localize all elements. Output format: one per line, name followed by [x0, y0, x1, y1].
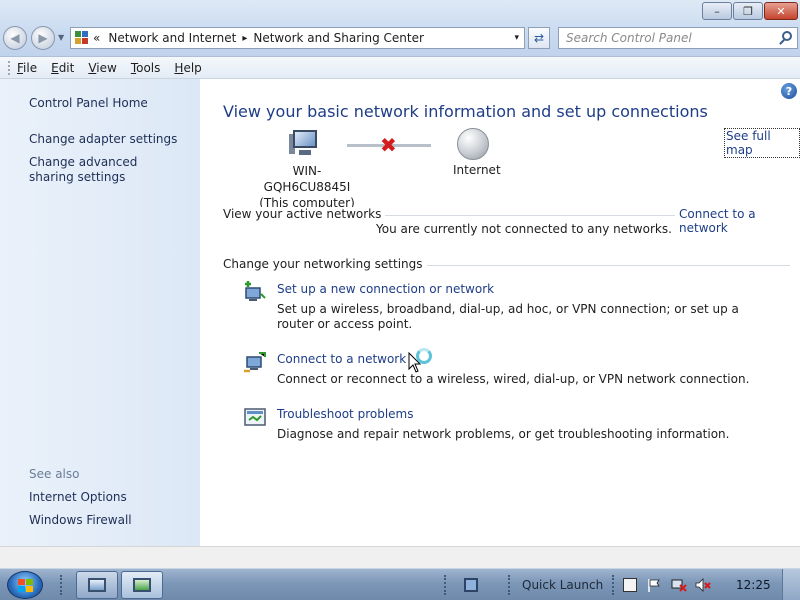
- computer-name: WIN-GQH6CU8845I: [263, 164, 351, 194]
- tray-grip[interactable]: [612, 575, 616, 595]
- menu-view[interactable]: View: [88, 61, 116, 75]
- refresh-icon: ⇄: [533, 31, 545, 45]
- connect-to-network-link[interactable]: Connect to a network: [675, 207, 800, 235]
- computer-label: WIN-GQH6CU8845I (This computer): [255, 163, 359, 211]
- internet-globe-icon[interactable]: [457, 128, 489, 160]
- recent-pages-dropdown[interactable]: ▼: [58, 33, 64, 42]
- troubleshoot-desc: Diagnose and repair network problems, or…: [277, 427, 730, 441]
- menu-help[interactable]: Help: [174, 61, 201, 75]
- connect-to-network-desc: Connect or reconnect to a wireless, wire…: [277, 372, 750, 386]
- sidebar-internet-options[interactable]: Internet Options: [29, 490, 127, 505]
- breadcrumb-overflow[interactable]: «: [93, 31, 100, 45]
- windows-logo-icon: [18, 579, 34, 593]
- help-icon[interactable]: ?: [781, 83, 797, 99]
- back-button[interactable]: ◀: [3, 26, 27, 50]
- computer-base-shape: [299, 150, 311, 155]
- setup-new-connection-link[interactable]: Set up a new connection or network: [277, 282, 494, 296]
- start-button[interactable]: [7, 571, 43, 599]
- computer-icon[interactable]: [289, 130, 321, 160]
- connect-network-icon[interactable]: [243, 351, 267, 375]
- notes-tray-icon[interactable]: [623, 578, 637, 592]
- page-title: View your basic network information and …: [223, 102, 708, 121]
- minimize-button[interactable]: –: [702, 2, 732, 20]
- internet-label: Internet: [453, 163, 501, 177]
- window-bottom-strip: [0, 546, 800, 568]
- connect-to-network-task-link[interactable]: Connect to a network: [277, 352, 406, 366]
- network-disconnected-icon[interactable]: [671, 578, 687, 592]
- taskbar-network-center-button[interactable]: [121, 571, 163, 599]
- menu-bar: File Edit View Tools Help: [0, 57, 800, 79]
- action-center-flag-icon[interactable]: [647, 578, 661, 592]
- back-arrow-icon: ◀: [10, 31, 20, 45]
- taskbar-grip[interactable]: [444, 575, 448, 595]
- volume-muted-icon[interactable]: [695, 578, 711, 592]
- breadcrumb-separator[interactable]: ▸: [242, 33, 247, 44]
- breadcrumb-network-sharing-center[interactable]: Network and Sharing Center: [253, 31, 424, 45]
- network-center-thumb-icon: [133, 578, 151, 592]
- forward-button[interactable]: ▶: [31, 26, 55, 50]
- control-panel-icon: [75, 31, 89, 45]
- menu-grip: [8, 60, 11, 75]
- network-status-text: You are currently not connected to any n…: [376, 222, 672, 236]
- search-input[interactable]: [559, 28, 769, 48]
- window-thumb-icon: [88, 578, 106, 592]
- window-chrome: – ❐ ✕ ◀ ▶ ▼ « Network and Internet ▸ Net…: [0, 0, 800, 57]
- new-connection-icon[interactable]: [243, 280, 267, 304]
- busy-spinner-icon: [416, 348, 432, 364]
- see-full-map-link[interactable]: See full map: [724, 128, 800, 158]
- sidebar-change-adapter-settings[interactable]: Change adapter settings: [29, 132, 177, 147]
- search-icon[interactable]: [782, 31, 792, 41]
- menu-edit[interactable]: Edit: [51, 61, 74, 75]
- see-also-heading: See also: [29, 467, 80, 481]
- forward-arrow-icon: ▶: [38, 31, 48, 45]
- sidebar-windows-firewall[interactable]: Windows Firewall: [29, 513, 132, 528]
- computer-screen-shape: [293, 130, 317, 148]
- disconnected-x-icon[interactable]: ✖: [380, 135, 397, 155]
- quick-launch-grip[interactable]: [508, 575, 512, 595]
- show-desktop-icon[interactable]: [464, 578, 478, 592]
- sidebar-change-advanced-sharing[interactable]: Change advanced sharing settings: [29, 155, 179, 185]
- setup-new-connection-desc: Set up a wireless, broadband, dial-up, a…: [277, 302, 739, 331]
- maximize-button[interactable]: ❐: [733, 2, 763, 20]
- networking-settings-heading: Change your networking settings: [223, 257, 427, 271]
- taskbar: Quick Launch 12:25: [0, 568, 800, 600]
- troubleshoot-link[interactable]: Troubleshoot problems: [277, 407, 413, 421]
- close-button[interactable]: ✕: [764, 2, 798, 20]
- taskbar-clock[interactable]: 12:25: [736, 578, 771, 592]
- breadcrumb-network-and-internet[interactable]: Network and Internet: [108, 31, 236, 45]
- address-bar[interactable]: « Network and Internet ▸ Network and Sha…: [70, 27, 525, 49]
- show-desktop-button[interactable]: [782, 569, 800, 600]
- address-dropdown-icon[interactable]: ▾: [514, 33, 519, 43]
- refresh-button[interactable]: ⇄: [528, 27, 550, 49]
- taskbar-grip[interactable]: [60, 575, 64, 595]
- quick-launch-label[interactable]: Quick Launch: [522, 578, 603, 592]
- search-box[interactable]: [558, 27, 798, 49]
- troubleshoot-icon[interactable]: [243, 406, 267, 430]
- menu-tools[interactable]: Tools: [131, 61, 161, 75]
- menu-file[interactable]: File: [17, 61, 37, 75]
- sidebar-control-panel-home[interactable]: Control Panel Home: [29, 96, 148, 111]
- taskbar-window-button[interactable]: [76, 571, 118, 599]
- navigation-pane: Control Panel Home Change adapter settin…: [0, 79, 200, 546]
- active-networks-heading: View your active networks: [223, 207, 386, 221]
